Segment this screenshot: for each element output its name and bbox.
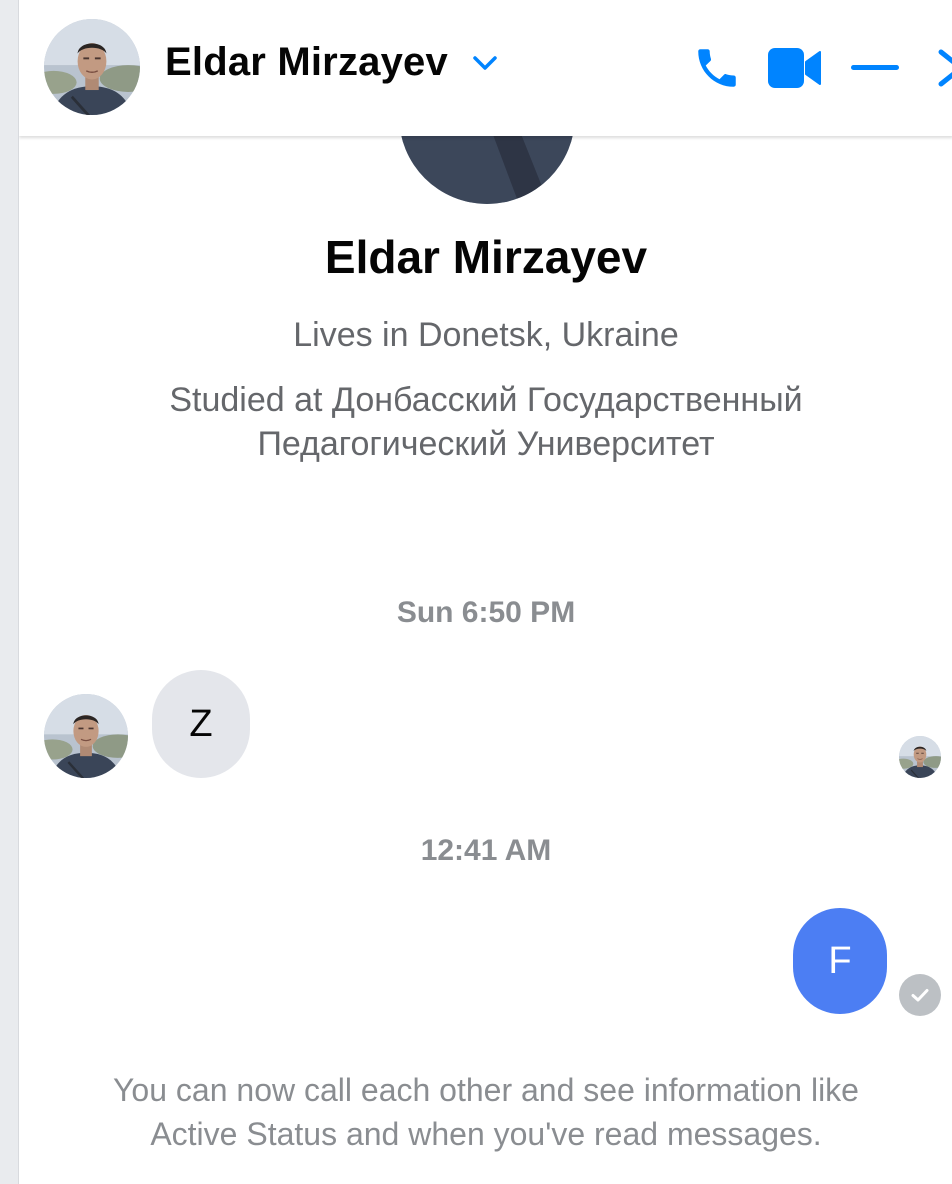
connection-notice: You can now call each other and see info… bbox=[113, 1072, 859, 1152]
sender-avatar[interactable] bbox=[44, 694, 128, 778]
video-camera-icon bbox=[768, 48, 821, 88]
close-icon bbox=[938, 49, 952, 87]
outgoing-message-bubble[interactable]: F bbox=[793, 908, 887, 1014]
sent-status-indicator bbox=[899, 974, 941, 1016]
contact-name-dropdown[interactable]: Eldar Mirzayev bbox=[165, 40, 500, 85]
message-text: F bbox=[828, 939, 852, 982]
chevron-down-icon bbox=[473, 55, 497, 70]
message-timestamp: Sun 6:50 PM bbox=[396, 596, 576, 629]
voice-call-button[interactable] bbox=[689, 40, 745, 96]
profile-education: Studied at Донбасский Государственный Пе… bbox=[169, 381, 803, 463]
message-timestamp: 12:41 AM bbox=[420, 834, 552, 867]
message-text: Z bbox=[189, 702, 213, 745]
chat-window: Eldar Mirzayev Eldar Mirzayev Lives in D… bbox=[18, 0, 952, 1184]
header-avatar[interactable] bbox=[44, 19, 140, 115]
minimize-button[interactable] bbox=[847, 40, 903, 96]
minimize-icon bbox=[851, 65, 899, 70]
contact-name: Eldar Mirzayev bbox=[165, 40, 448, 84]
phone-icon bbox=[698, 49, 736, 87]
video-call-button[interactable] bbox=[767, 40, 823, 96]
profile-name: Eldar Mirzayev bbox=[324, 231, 648, 283]
read-receipt-avatar bbox=[899, 736, 941, 778]
profile-location: Lives in Donetsk, Ukraine bbox=[293, 316, 679, 354]
chat-header: Eldar Mirzayev bbox=[19, 0, 952, 136]
close-button[interactable] bbox=[919, 40, 952, 96]
check-icon bbox=[911, 989, 929, 1002]
incoming-message-bubble[interactable]: Z bbox=[152, 670, 250, 778]
